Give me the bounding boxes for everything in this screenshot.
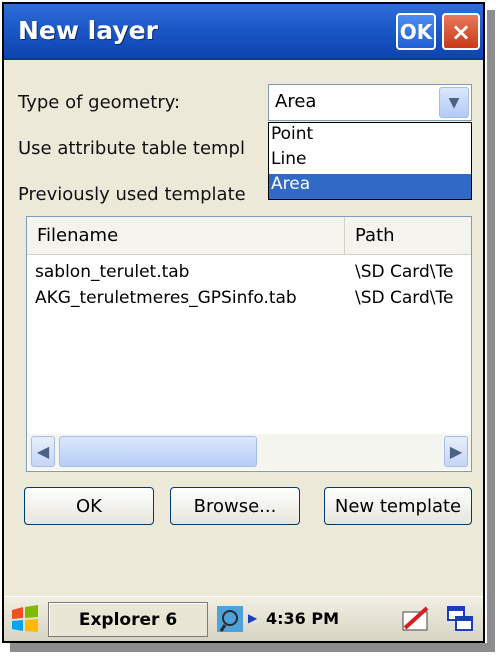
cell-path: \SD Card\Te (355, 262, 454, 282)
close-button[interactable]: × (442, 13, 480, 50)
connectivity-icon[interactable] (214, 603, 246, 635)
attribute-template-label: Use attribute table templ (18, 138, 245, 159)
dialog-window: New layer OK × Type of geometry: Use att… (2, 2, 485, 643)
window-shadow-bottom (10, 643, 495, 652)
window-title: New layer (18, 16, 158, 45)
title-ok-button[interactable]: OK (396, 13, 436, 50)
clock-arrow-icon: ▶ (248, 611, 258, 625)
geometry-type-label: Type of geometry: (18, 92, 181, 113)
dropdown-option-area[interactable]: Area (269, 174, 471, 199)
column-header-filename[interactable]: Filename (27, 217, 345, 255)
browse-button[interactable]: Browse... (170, 487, 300, 525)
list-header: Filename Path (27, 217, 471, 255)
template-list[interactable]: Filename Path sablon_terulet.tab \SD Car… (26, 216, 472, 472)
new-template-button[interactable]: New template (324, 487, 472, 525)
scrollbar-thumb[interactable] (59, 436, 257, 467)
dropdown-option-line[interactable]: Line (269, 149, 471, 174)
taskbar: Explorer 6 ▶ 4:36 PM (4, 596, 483, 641)
ok-button[interactable]: OK (24, 487, 154, 525)
dropdown-option-point[interactable]: Point (269, 124, 471, 149)
dropdown-arrow-icon[interactable]: ▼ (439, 87, 469, 118)
cell-path: \SD Card\Te (355, 288, 454, 308)
window-shadow-right (487, 10, 495, 650)
scroll-right-icon[interactable]: ▶ (444, 436, 468, 467)
window-switch-icon[interactable] (444, 603, 476, 635)
geometry-type-value: Area (275, 91, 317, 112)
table-row[interactable]: AKG_teruletmeres_GPSinfo.tab \SD Card\Te (27, 287, 471, 313)
column-header-path[interactable]: Path (345, 217, 471, 255)
start-windows-flag-icon[interactable] (8, 602, 42, 636)
scroll-left-icon[interactable]: ◀ (31, 436, 55, 467)
table-row[interactable]: sablon_terulet.tab \SD Card\Te (27, 261, 471, 287)
title-bar: New layer OK × (4, 4, 483, 60)
cell-filename: AKG_teruletmeres_GPSinfo.tab (35, 288, 297, 308)
geometry-type-dropdown: Point Line Area (268, 122, 472, 200)
taskbar-clock[interactable]: 4:36 PM (266, 609, 339, 628)
previous-templates-label: Previously used template (18, 184, 246, 205)
input-panel-icon[interactable] (400, 603, 432, 635)
geometry-type-select[interactable]: Area ▼ (268, 84, 472, 121)
cell-filename: sablon_terulet.tab (35, 262, 190, 282)
taskbar-explorer-button[interactable]: Explorer 6 (48, 602, 208, 637)
horizontal-scrollbar[interactable]: ◀ ▶ (28, 434, 471, 470)
